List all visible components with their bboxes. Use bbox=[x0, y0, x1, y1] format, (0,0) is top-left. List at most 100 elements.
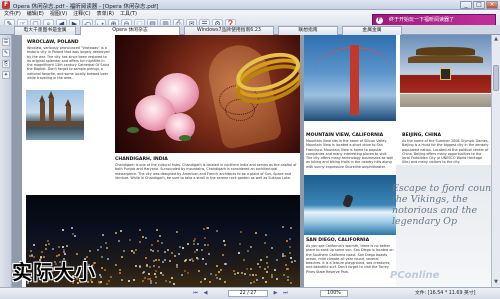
foxit-app-icon[interactable]: F bbox=[2, 1, 10, 9]
city-light bbox=[287, 268, 290, 271]
city-light bbox=[52, 247, 55, 250]
city-light bbox=[216, 229, 219, 232]
menu-tools[interactable]: 工具(T) bbox=[120, 10, 137, 19]
city-light bbox=[29, 249, 32, 252]
tab-opera-magazine[interactable]: Opera 休闲杂志 bbox=[80, 26, 180, 35]
city-light bbox=[105, 247, 108, 250]
city-light bbox=[233, 270, 236, 273]
zoom-level-field[interactable]: 100% bbox=[320, 290, 348, 297]
menu-file[interactable]: 文件(F) bbox=[4, 10, 21, 19]
minimize-button[interactable]: _ bbox=[460, 1, 472, 9]
city-light bbox=[290, 256, 293, 259]
city-light bbox=[250, 245, 253, 248]
city-light bbox=[244, 273, 247, 276]
city-light bbox=[255, 232, 258, 235]
city-light bbox=[192, 260, 195, 263]
tab-metal[interactable]: 金属金属 bbox=[342, 26, 402, 35]
city-light bbox=[71, 233, 74, 236]
menu-edit[interactable]: 编辑(E) bbox=[27, 10, 44, 19]
city-light bbox=[104, 268, 107, 271]
poland-heading: WROCLAW, POLAND bbox=[27, 40, 79, 45]
vertical-scrollbar[interactable]: ▲ ▼ bbox=[491, 35, 500, 287]
city-light bbox=[207, 252, 210, 255]
document-view[interactable]: WROCLAW, POLAND Wroclaw, variously prono… bbox=[12, 35, 491, 287]
city-light bbox=[45, 244, 48, 247]
city-light bbox=[282, 226, 285, 229]
city-light bbox=[119, 230, 122, 233]
city-light bbox=[217, 270, 220, 273]
city-light bbox=[133, 278, 136, 281]
city-light bbox=[240, 271, 243, 274]
tab-doc-1[interactable]: 电大千墨图书是金属 bbox=[14, 26, 76, 35]
scroll-thumb[interactable] bbox=[493, 65, 499, 91]
city-light bbox=[142, 236, 145, 239]
city-light bbox=[245, 268, 248, 271]
pages-icon[interactable]: ⎘ bbox=[2, 60, 10, 68]
city-light bbox=[173, 254, 176, 257]
city-light bbox=[170, 251, 173, 254]
city-light bbox=[158, 265, 161, 268]
city-light bbox=[141, 280, 144, 283]
city-light bbox=[203, 278, 206, 281]
city-light bbox=[141, 271, 144, 274]
bookmarks-icon[interactable]: ☰ bbox=[2, 38, 10, 46]
window-controls: _ □ × bbox=[460, 1, 498, 9]
scroll-down-icon[interactable]: ▼ bbox=[493, 279, 499, 285]
city-light bbox=[251, 273, 254, 276]
city-light bbox=[181, 246, 184, 249]
city-light bbox=[175, 263, 178, 266]
city-light bbox=[163, 259, 166, 262]
city-light bbox=[63, 252, 66, 255]
city-light bbox=[199, 280, 202, 283]
city-light bbox=[203, 237, 206, 240]
city-light bbox=[173, 282, 176, 285]
city-light bbox=[162, 274, 165, 277]
last-page-icon[interactable]: ⏭ bbox=[282, 290, 289, 297]
city-light bbox=[193, 243, 196, 246]
city-light bbox=[266, 270, 269, 273]
city-light bbox=[100, 267, 103, 270]
city-light bbox=[168, 259, 171, 262]
city-light bbox=[108, 279, 111, 282]
poland-cathedral-photo bbox=[26, 90, 84, 140]
city-light bbox=[242, 259, 245, 262]
menu-comment[interactable]: 注释(C) bbox=[73, 10, 90, 19]
henna-hand-photo bbox=[115, 35, 300, 153]
annotations-icon[interactable]: ✎ bbox=[2, 49, 10, 57]
city-light bbox=[257, 263, 260, 266]
city-light bbox=[255, 273, 258, 276]
prev-page-nav-icon[interactable]: ◀ bbox=[202, 290, 209, 297]
city-light bbox=[119, 268, 122, 271]
city-light bbox=[258, 266, 261, 269]
scroll-up-icon[interactable]: ▲ bbox=[493, 36, 499, 42]
city-light bbox=[224, 280, 227, 283]
city-light bbox=[263, 241, 266, 244]
next-page-nav-icon[interactable]: ▶ bbox=[272, 290, 279, 297]
ad-banner-text: 终于开始玩一下福昕阅读器了 bbox=[389, 17, 455, 23]
city-light bbox=[154, 270, 157, 273]
city-light bbox=[58, 246, 61, 249]
city-light bbox=[63, 250, 66, 253]
menu-view[interactable]: 视图(V) bbox=[50, 10, 67, 19]
layers-icon[interactable]: ✦ bbox=[2, 71, 10, 79]
city-light bbox=[89, 250, 92, 253]
city-light bbox=[201, 248, 204, 251]
page-number-field[interactable]: 22 / 27 bbox=[228, 290, 268, 297]
city-light bbox=[290, 227, 293, 230]
ad-logo-icon: F bbox=[376, 17, 383, 24]
first-page-icon[interactable]: ⏮ bbox=[192, 290, 199, 297]
tab-windows7-guide[interactable]: Windows7品牌使用指南6.23 bbox=[184, 26, 274, 35]
city-light bbox=[207, 244, 210, 247]
tab-lenovo-guide[interactable]: 联想指南 bbox=[278, 26, 338, 35]
pconline-watermark: PConline bbox=[390, 270, 440, 281]
city-light bbox=[62, 229, 65, 232]
city-light bbox=[208, 280, 211, 283]
city-light bbox=[255, 279, 258, 282]
city-light bbox=[97, 249, 100, 252]
city-light bbox=[119, 271, 122, 274]
close-button[interactable]: × bbox=[486, 1, 498, 9]
maximize-button[interactable]: □ bbox=[473, 1, 485, 9]
city-light bbox=[128, 280, 130, 283]
city-light bbox=[120, 255, 123, 258]
menu-form[interactable]: 表单(R) bbox=[97, 10, 114, 19]
